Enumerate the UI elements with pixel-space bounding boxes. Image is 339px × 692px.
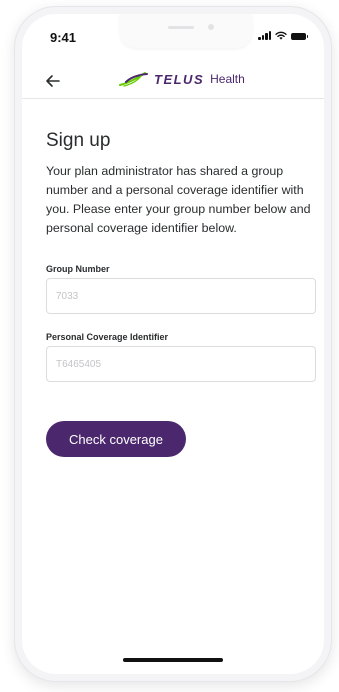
phone-screen: 9:41 TELUS Health Sign up Your plan admi…	[22, 14, 324, 674]
battery-icon	[291, 33, 308, 40]
telus-leaf-icon	[119, 72, 148, 87]
status-icons	[258, 31, 308, 40]
front-camera	[208, 24, 214, 30]
brand-name: TELUS	[154, 71, 205, 87]
notch	[120, 14, 252, 48]
arrow-left-icon[interactable]	[42, 70, 64, 92]
stage: 9:41 TELUS Health Sign up Your plan admi…	[0, 0, 339, 692]
phone-frame: 9:41 TELUS Health Sign up Your plan admi…	[14, 6, 332, 682]
page-title: Sign up	[46, 130, 111, 151]
cellular-signal-icon	[258, 31, 271, 40]
coverage-id-input[interactable]	[46, 346, 316, 382]
app-bar: TELUS Health	[22, 64, 324, 99]
group-number-input[interactable]	[46, 278, 316, 314]
check-coverage-button[interactable]: Check coverage	[46, 421, 186, 457]
wifi-icon	[275, 31, 287, 40]
status-time: 9:41	[50, 30, 77, 45]
coverage-id-label: Personal Coverage Identifier	[46, 332, 169, 342]
group-number-label: Group Number	[46, 264, 110, 274]
telus-health-logo: TELUS Health	[118, 70, 245, 88]
brand-sub: Health	[210, 72, 245, 86]
signup-description: Your plan administrator has shared a gro…	[46, 164, 311, 235]
home-indicator[interactable]	[123, 658, 223, 662]
speaker-grille	[168, 26, 194, 29]
